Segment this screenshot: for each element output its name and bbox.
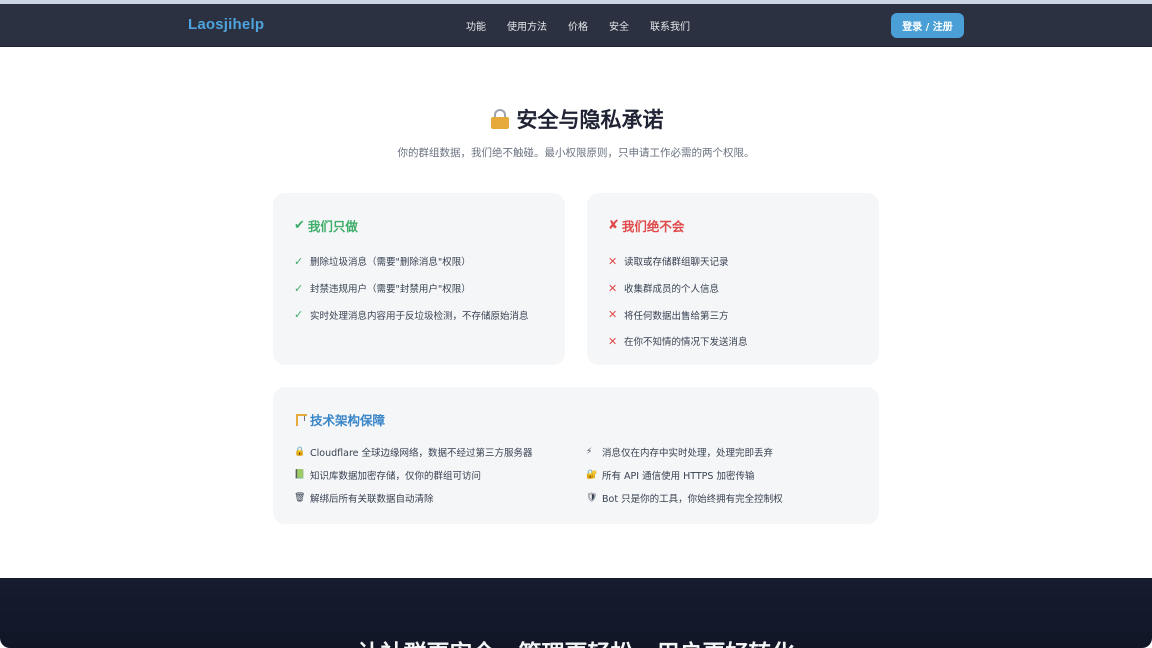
top-navbar: Laosjihelp 功能 使用方法 价格 安全 联系我们 登录 / 注册 [0,4,1152,47]
we-only-do-card: ✔ 我们只做 ✓ 删除垃圾消息（需要"删除消息"权限） ✓ 封禁违规用户（需要"… [273,193,565,365]
list-item-text: 消息仅在内存中实时处理，处理完即丢弃 [602,447,774,459]
cross-icon: ✕ [608,254,618,268]
list-item: 📗 知识库数据加密存储，仅你的群组可访问 [294,463,586,486]
list-item-text: 解绑后所有关联数据自动清除 [310,493,434,505]
lightning-icon: ⚡ [586,446,593,457]
cta-heading: 让社群更安全，管理更轻松，用户更好转化 [0,634,1152,648]
cta-footer-section: 让社群更安全，管理更轻松，用户更好转化 [0,578,1152,648]
cross-icon: ✕ [608,281,618,295]
we-only-do-title: 我们只做 [307,219,358,234]
list-item: ✓ 删除垃圾消息（需要"删除消息"权限） [294,248,529,275]
construction-crane-icon [294,413,307,426]
nav-links: 功能 使用方法 价格 安全 联系我们 [466,18,711,33]
we-never-title: 我们绝不会 [621,219,685,234]
list-item: 🛡 Bot 只是你的工具，你始终拥有完全控制权 [586,486,878,509]
section-subtitle: 你的群组数据，我们绝不触碰。最小权限原则，只申请工作必需的两个权限。 [397,147,755,159]
lock-icon [489,108,511,130]
list-item: ✕ 在你不知情的情况下发送消息 [608,328,748,355]
list-item: ✓ 封禁违规用户（需要"封禁用户"权限） [294,275,529,302]
list-item-text: 实时处理消息内容用于反垃圾检测，不存储原始消息 [310,310,529,322]
list-item-text: 所有 API 通信使用 HTTPS 加密传输 [602,470,755,482]
book-icon: 📗 [294,469,306,480]
list-item-text: 封禁违规用户（需要"封禁用户"权限） [310,284,471,296]
check-icon: ✓ [294,254,304,268]
list-item-text: 在你不知情的情况下发送消息 [624,337,748,349]
list-item: 🔒 Cloudflare 全球边缘网络，数据不经过第三方服务器 [294,440,586,463]
list-item: 🗑 解绑后所有关联数据自动清除 [294,486,586,509]
section-title-row: 安全与隐私承诺 [0,104,1152,134]
cross-icon: ✕ [608,334,618,348]
we-never-list: ✕ 读取或存储群组聊天记录 ✕ 收集群成员的个人信息 ✕ 将任何数据出售给第三方… [608,248,748,355]
list-item-text: 读取或存储群组聊天记录 [624,257,729,269]
brand-logo[interactable]: Laosjihelp [188,16,264,33]
tech-architecture-card: 技术架构保障 🔒 Cloudflare 全球边缘网络，数据不经过第三方服务器 ⚡… [273,387,879,524]
cross-icon: ✕ [608,308,618,322]
cross-icon: ✘ [608,218,619,233]
nav-link-security[interactable]: 安全 [609,18,629,33]
list-item: ✓ 实时处理消息内容用于反垃圾检测，不存储原始消息 [294,301,529,328]
list-item-text: 知识库数据加密存储，仅你的群组可访问 [310,470,482,482]
list-item: ⚡ 消息仅在内存中实时处理，处理完即丢弃 [586,440,878,463]
login-register-button[interactable]: 登录 / 注册 [891,13,964,38]
list-item: ✕ 将任何数据出售给第三方 [608,301,748,328]
we-never-heading: ✘ 我们绝不会 [608,216,684,235]
list-item: ✕ 收集群成员的个人信息 [608,275,748,302]
list-item: 🔐 所有 API 通信使用 HTTPS 加密传输 [586,463,878,486]
nav-link-features[interactable]: 功能 [466,18,486,33]
tech-architecture-heading: 技术架构保障 [294,410,385,429]
tech-feature-grid: 🔒 Cloudflare 全球边缘网络，数据不经过第三方服务器 ⚡ 消息仅在内存… [294,440,878,509]
shield-icon: 🛡 [586,492,598,503]
list-item-text: 将任何数据出售给第三方 [624,310,729,322]
nav-link-usage[interactable]: 使用方法 [507,18,547,33]
we-only-do-list: ✓ 删除垃圾消息（需要"删除消息"权限） ✓ 封禁违规用户（需要"封禁用户"权限… [294,248,529,328]
trash-icon: 🗑 [294,492,306,503]
check-icon: ✔ [294,218,305,233]
list-item-text: 删除垃圾消息（需要"删除消息"权限） [310,257,471,269]
we-only-do-heading: ✔ 我们只做 [294,216,358,235]
list-item: ✕ 读取或存储群组聊天记录 [608,248,748,275]
check-icon: ✓ [294,281,304,295]
list-item-text: 收集群成员的个人信息 [624,284,720,296]
tech-architecture-title: 技术架构保障 [310,413,386,428]
lock-icon: 🔒 [294,446,306,457]
nav-link-pricing[interactable]: 价格 [568,18,588,33]
nav-link-contact[interactable]: 联系我们 [650,18,690,33]
we-never-card: ✘ 我们绝不会 ✕ 读取或存储群组聊天记录 ✕ 收集群成员的个人信息 ✕ 将任何… [587,193,879,365]
check-icon: ✓ [294,308,304,322]
page-title: 安全与隐私承诺 [516,108,664,132]
lock-key-icon: 🔐 [586,469,598,480]
list-item-text: Cloudflare 全球边缘网络，数据不经过第三方服务器 [310,447,533,459]
list-item-text: Bot 只是你的工具，你始终拥有完全控制权 [602,493,783,505]
